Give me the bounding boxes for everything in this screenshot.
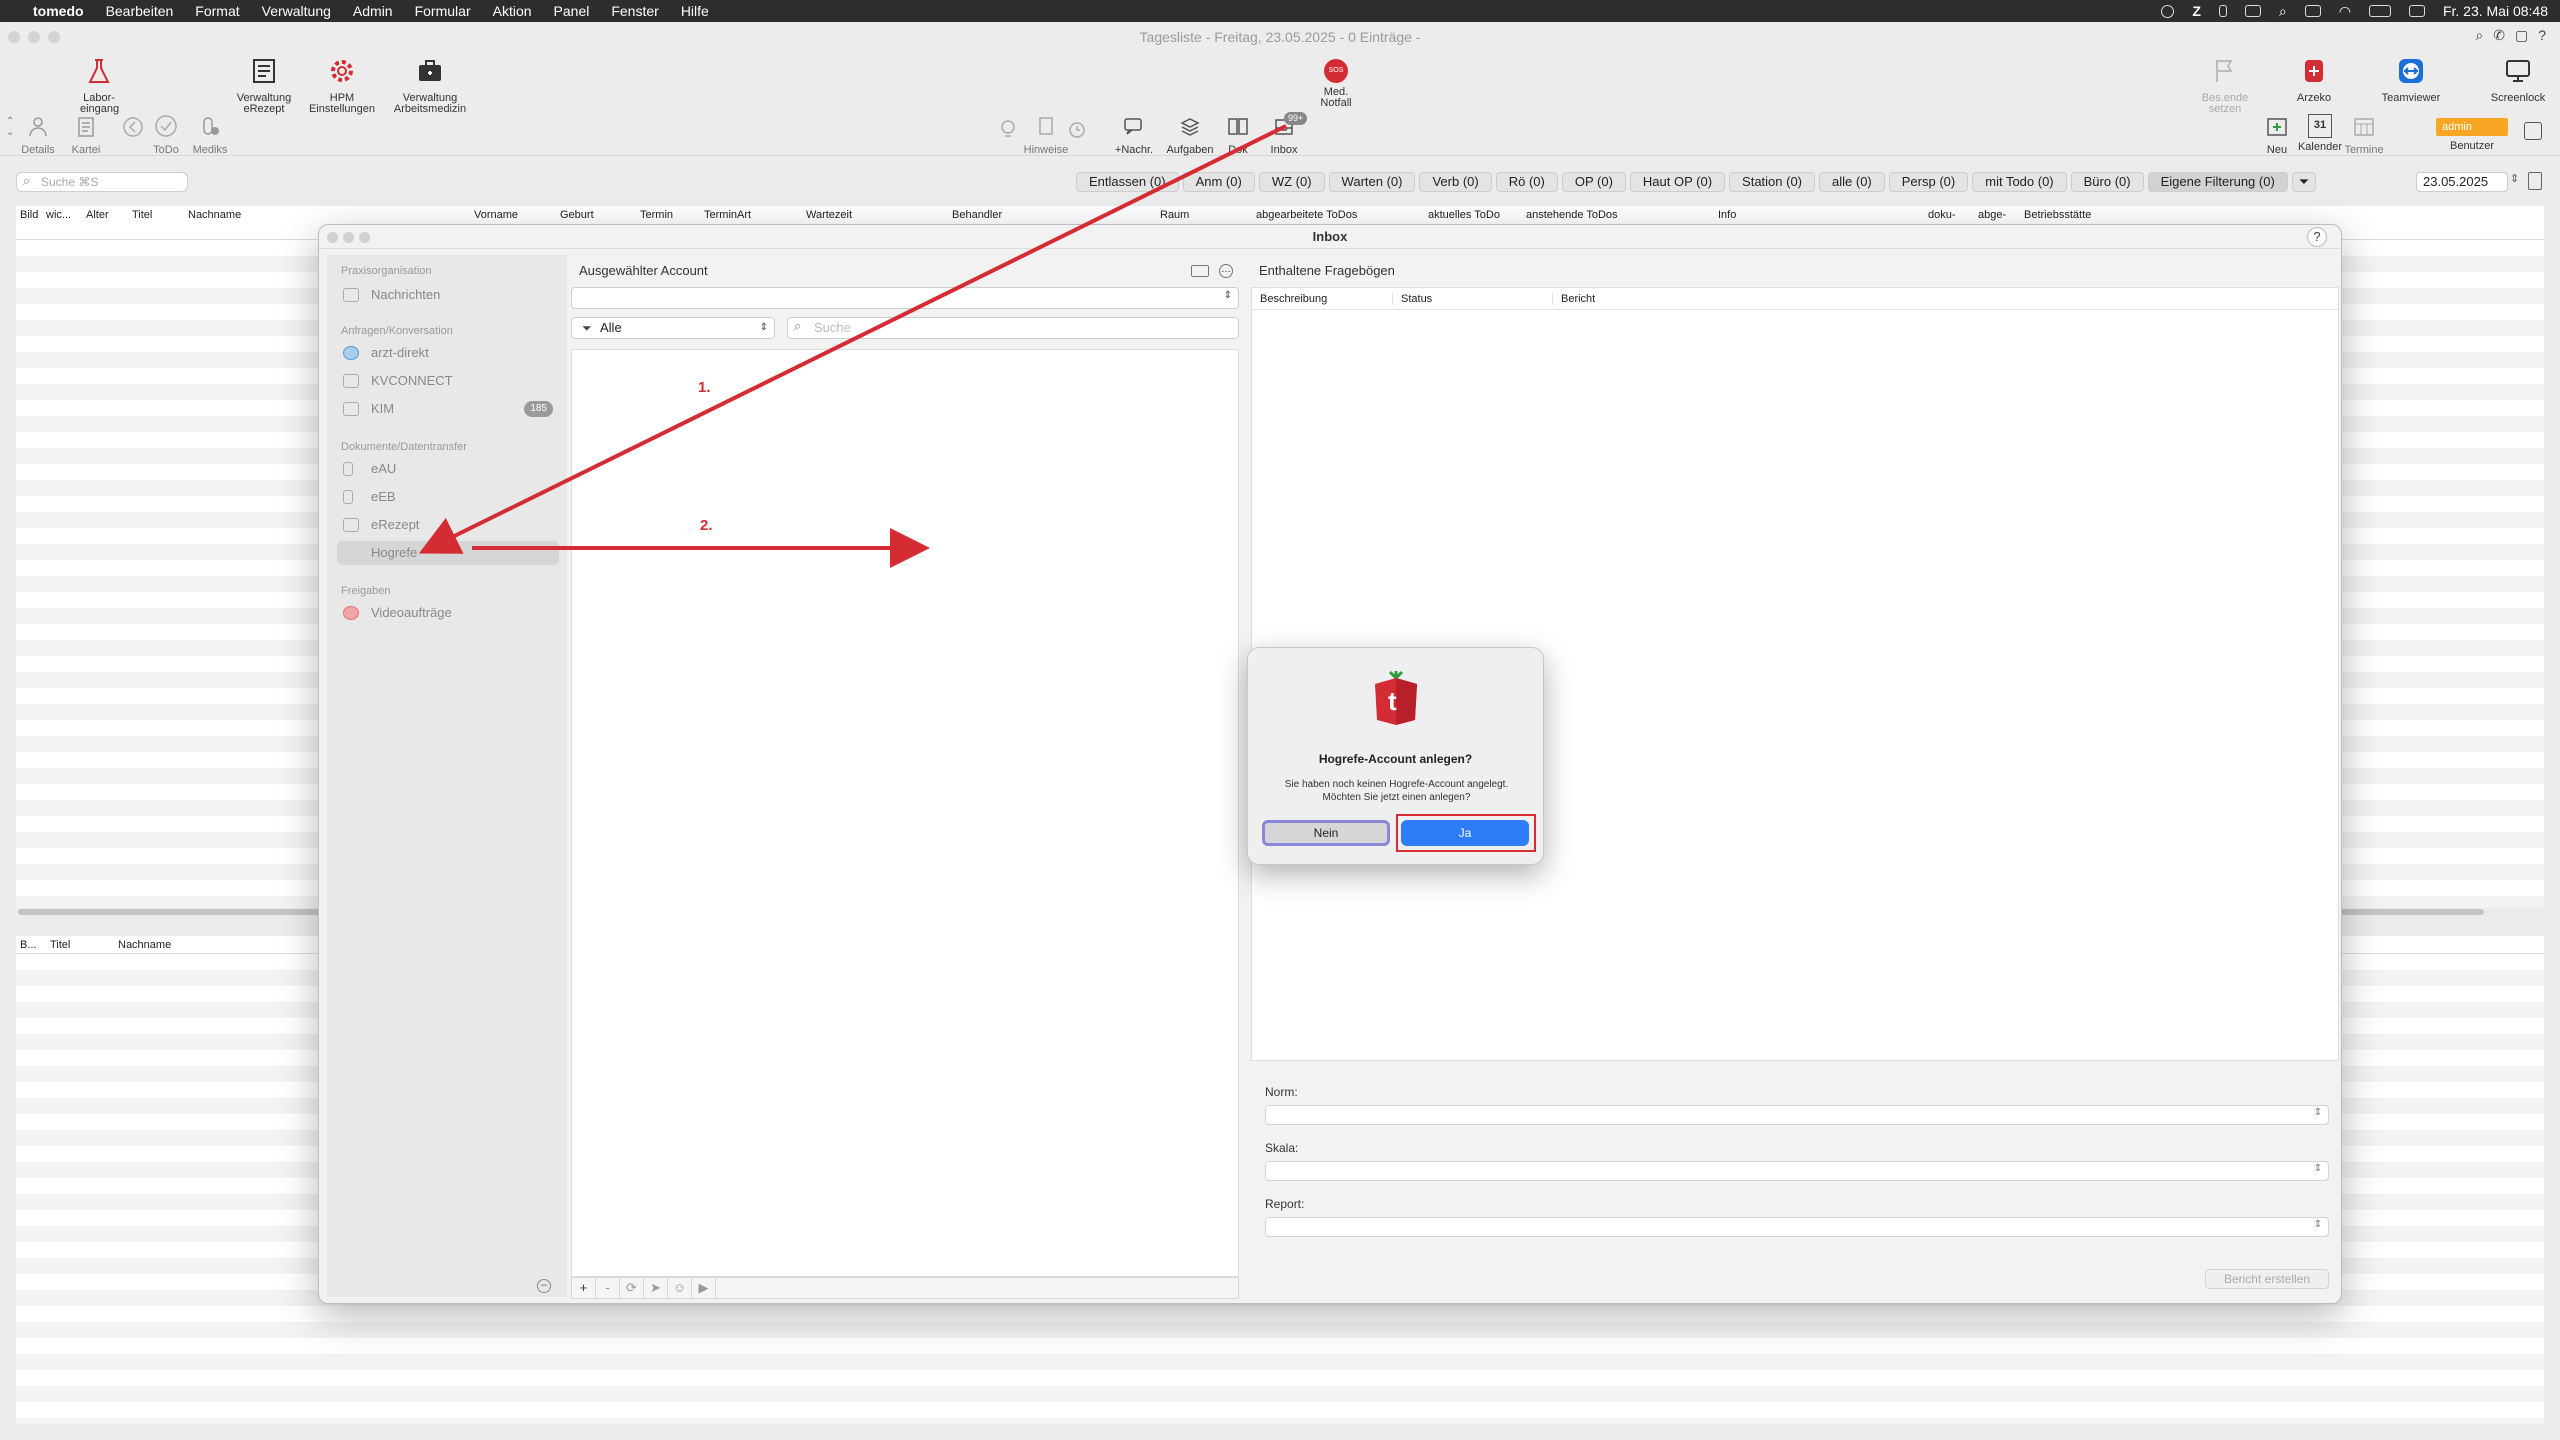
step-1-label: 1. [698, 379, 711, 396]
tutorial-annotations: 1. 2. [418, 124, 1287, 568]
step-2-label: 2. [700, 517, 713, 534]
arrow-step-1 [418, 124, 1287, 554]
